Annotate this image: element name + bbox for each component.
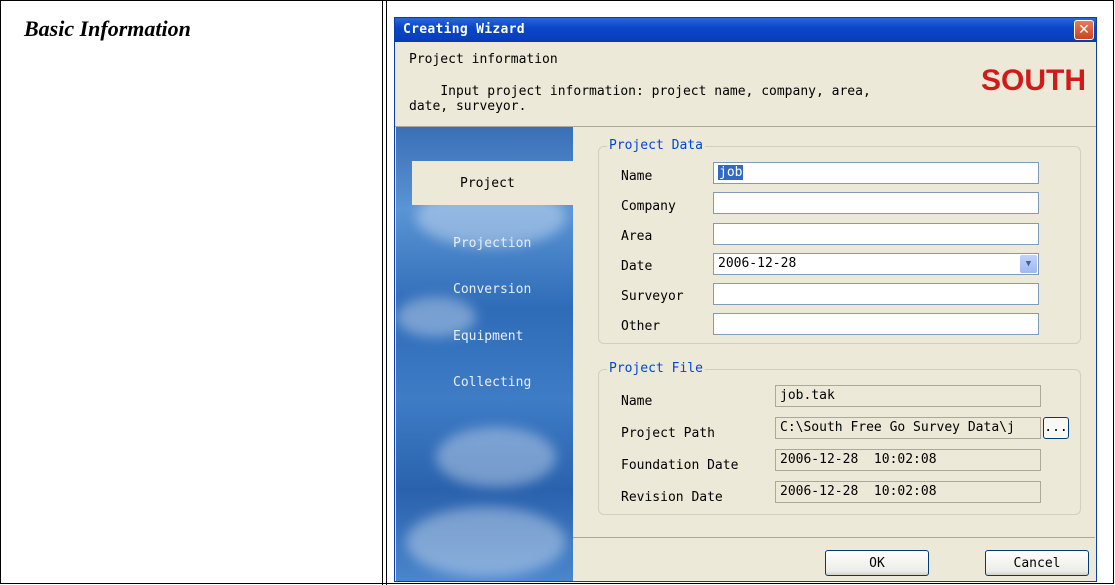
table-divider [382,0,383,585]
date-value: 2006-12-28 [718,256,797,271]
file-name-label: Name [621,394,653,409]
sky-cloud [406,507,566,577]
sidebar-item-conversion[interactable]: Conversion [413,274,573,304]
foundation-date-label: Foundation Date [621,458,739,473]
project-file-legend: Project File [607,361,705,376]
sidebar-item-label: Conversion [453,281,532,297]
cancel-button[interactable]: Cancel [985,550,1089,576]
browse-label: ... [1044,420,1068,435]
title-bar[interactable]: Creating Wizard ✕ [395,18,1096,42]
sidebar-item-project[interactable]: Project [412,161,573,205]
table-divider-inner [386,0,387,585]
window-title: Creating Wizard [403,22,525,37]
footer-divider [573,537,1095,538]
other-label: Other [621,319,661,334]
sidebar-item-label: Project [460,175,515,191]
other-field[interactable] [713,313,1039,335]
wizard-header: Project information Input project inform… [395,42,1096,127]
name-field[interactable]: job [713,162,1039,184]
step-description: Input project information: project name,… [409,84,871,114]
project-path-field: C:\South Free Go Survey Data\j [775,417,1041,439]
name-value: job [718,165,744,180]
south-logo: SOUTH [981,64,1086,97]
project-data-group: Project Data Name job Company Area Date … [598,138,1081,344]
close-icon: ✕ [1078,22,1090,38]
date-dropdown[interactable]: 2006-12-28 ▼ [713,253,1039,275]
sidebar-item-label: Collecting [453,374,532,390]
project-file-group: Project File Name job.tak Project Path C… [598,361,1081,515]
section-heading: Basic Information [24,16,191,41]
sidebar-item-label: Projection [453,235,532,251]
chevron-down-icon[interactable]: ▼ [1020,255,1037,273]
revision-date-label: Revision Date [621,490,723,505]
creating-wizard-dialog: Creating Wizard ✕ Project information In… [394,17,1097,582]
area-field[interactable] [713,223,1039,245]
sidebar-item-projection[interactable]: Projection [413,228,573,258]
project-data-legend: Project Data [607,138,705,153]
project-path-label: Project Path [621,426,715,441]
browse-button[interactable]: ... [1043,417,1069,439]
step-title: Project information [409,52,558,67]
wizard-sidebar: Project Projection Conversion Equipment … [396,127,573,581]
sidebar-item-collecting[interactable]: Collecting [413,367,573,397]
surveyor-label: Surveyor [621,289,684,304]
close-button[interactable]: ✕ [1074,20,1094,40]
revision-date-field: 2006-12-28 10:02:08 [775,481,1041,503]
area-label: Area [621,229,653,244]
foundation-date-field: 2006-12-28 10:02:08 [775,449,1041,471]
name-label: Name [621,169,653,184]
surveyor-field[interactable] [713,283,1039,305]
company-field[interactable] [713,192,1039,214]
ok-button[interactable]: OK [825,550,929,576]
sidebar-item-label: Equipment [453,328,524,344]
sky-cloud [436,427,556,487]
file-name-field: job.tak [775,385,1041,407]
date-label: Date [621,259,653,274]
sidebar-item-equipment[interactable]: Equipment [413,321,573,351]
company-label: Company [621,199,676,214]
